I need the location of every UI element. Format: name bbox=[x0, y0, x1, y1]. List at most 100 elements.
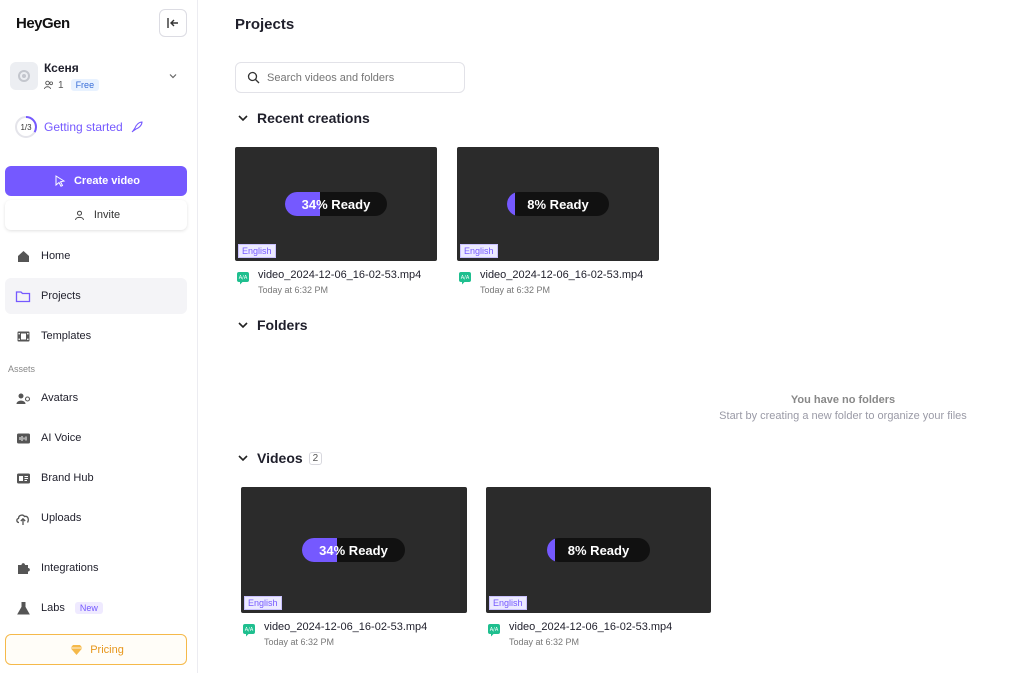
folder-icon bbox=[15, 288, 31, 304]
language-tag: English bbox=[244, 596, 282, 610]
empty-subtitle: Start by creating a new folder to organi… bbox=[719, 410, 967, 422]
progress-label: 1/3 bbox=[20, 122, 32, 132]
pricing-button[interactable]: Pricing bbox=[5, 634, 187, 665]
video-filename[interactable]: video_2024-12-06_16-02-53.mp4 bbox=[258, 269, 421, 281]
members-icon bbox=[44, 80, 54, 90]
progress-pill: 34% Ready bbox=[302, 538, 405, 562]
chevron-down-icon bbox=[235, 450, 251, 466]
videos-heading: Videos bbox=[257, 450, 303, 466]
video-meta: A/A video_2024-12-06_16-02-53.mp4 Today … bbox=[235, 269, 437, 295]
video-timestamp: Today at 6:32 PM bbox=[264, 637, 335, 647]
video-card[interactable]: 34% Ready English A/A video_2024-12-06_1… bbox=[241, 487, 467, 647]
video-thumbnail[interactable]: 8% Ready English bbox=[486, 487, 711, 613]
page-title: Projects bbox=[235, 16, 295, 33]
sidebar-item-label: Projects bbox=[41, 290, 81, 302]
getting-started-link[interactable]: 1/3 Getting started bbox=[0, 106, 197, 148]
sidebar-item-ai-voice[interactable]: AI Voice bbox=[5, 420, 187, 456]
pricing-label: Pricing bbox=[90, 643, 124, 656]
recent-creations-heading: Recent creations bbox=[257, 110, 370, 126]
search-icon bbox=[245, 70, 261, 86]
video-thumbnail[interactable]: 8% Ready English bbox=[457, 147, 659, 261]
getting-started-label: Getting started bbox=[44, 120, 123, 134]
user-meta: Ксеня 1 Free bbox=[44, 61, 165, 91]
new-badge: New bbox=[74, 602, 103, 614]
invite-button[interactable]: Invite bbox=[5, 200, 187, 230]
progress-label: 8% Ready bbox=[567, 542, 630, 558]
sidebar-nav: Home Projects Templates Assets Avatars A… bbox=[0, 238, 197, 626]
app: HeyGen Ксеня 1 Free 1/3 Getting started … bbox=[0, 0, 1024, 673]
main-content: Projects Recent creations 34% Ready Engl… bbox=[198, 0, 1024, 673]
recent-video-card[interactable]: 34% Ready English A/A video_2024-12-06_1… bbox=[235, 147, 437, 295]
sidebar-item-labs[interactable]: Labs New bbox=[5, 590, 187, 626]
gear-avatar-icon bbox=[18, 70, 30, 82]
film-icon bbox=[15, 328, 31, 344]
search-input[interactable] bbox=[267, 71, 457, 84]
sidebar-item-templates[interactable]: Templates bbox=[5, 318, 187, 354]
translate-video-icon: A/A bbox=[458, 271, 472, 285]
cursor-click-icon bbox=[52, 173, 68, 189]
user-name: Ксеня bbox=[44, 61, 79, 75]
video-timestamp: Today at 6:32 PM bbox=[509, 637, 580, 647]
video-filename[interactable]: video_2024-12-06_16-02-53.mp4 bbox=[509, 621, 672, 633]
translate-video-icon: A/A bbox=[242, 623, 256, 637]
sidebar-item-integrations[interactable]: Integrations bbox=[5, 550, 187, 586]
folders-toggle[interactable]: Folders bbox=[235, 317, 308, 333]
empty-title: You have no folders bbox=[790, 394, 896, 406]
chevron-down-icon bbox=[235, 317, 251, 333]
brand-card-icon bbox=[15, 470, 31, 486]
video-filename[interactable]: video_2024-12-06_16-02-53.mp4 bbox=[264, 621, 427, 633]
home-icon bbox=[15, 248, 31, 264]
progress-label: 34% Ready bbox=[301, 196, 371, 212]
video-meta: A/A video_2024-12-06_16-02-53.mp4 Today … bbox=[486, 621, 711, 647]
language-tag: English bbox=[460, 244, 498, 258]
video-card[interactable]: 8% Ready English A/A video_2024-12-06_16… bbox=[486, 487, 711, 647]
videos-toggle[interactable]: Videos 2 bbox=[235, 450, 323, 466]
videos-count-badge: 2 bbox=[308, 451, 323, 465]
heygen-logo[interactable]: HeyGen bbox=[16, 15, 70, 32]
video-meta: A/A video_2024-12-06_16-02-53.mp4 Today … bbox=[457, 269, 659, 295]
sidebar-item-projects[interactable]: Projects bbox=[5, 278, 187, 314]
collapse-left-icon bbox=[165, 15, 181, 31]
translate-video-icon: A/A bbox=[236, 271, 250, 285]
getting-started-progress: 1/3 bbox=[14, 115, 38, 139]
create-video-label: Create video bbox=[73, 175, 141, 187]
svg-text:A/A: A/A bbox=[490, 627, 499, 633]
progress-label: 34% Ready bbox=[319, 542, 388, 558]
plan-badge: Free bbox=[70, 79, 100, 91]
create-video-button[interactable]: Create video bbox=[5, 166, 187, 196]
video-filename[interactable]: video_2024-12-06_16-02-53.mp4 bbox=[480, 269, 643, 281]
video-thumbnail[interactable]: 34% Ready English bbox=[235, 147, 437, 261]
svg-text:A/A: A/A bbox=[461, 275, 470, 281]
video-meta: A/A video_2024-12-06_16-02-53.mp4 Today … bbox=[241, 621, 467, 647]
assets-section-label: Assets bbox=[8, 364, 36, 374]
svg-text:A/A: A/A bbox=[239, 275, 248, 281]
avatar bbox=[10, 62, 38, 90]
sidebar-item-label: Templates bbox=[41, 330, 92, 342]
collapse-sidebar-button[interactable] bbox=[159, 9, 187, 37]
puzzle-icon bbox=[15, 560, 31, 576]
video-thumbnail[interactable]: 34% Ready English bbox=[241, 487, 467, 613]
progress-pill: 8% Ready bbox=[547, 538, 650, 562]
account-switcher[interactable]: Ксеня 1 Free bbox=[0, 46, 197, 98]
recent-creations-toggle[interactable]: Recent creations bbox=[235, 110, 370, 126]
diamond-icon bbox=[68, 642, 84, 658]
sidebar-item-label: AI Voice bbox=[41, 432, 82, 444]
sidebar-item-label: Labs bbox=[41, 602, 65, 614]
avatars-icon bbox=[15, 390, 31, 406]
sidebar-item-uploads[interactable]: Uploads bbox=[5, 500, 187, 536]
person-icon bbox=[72, 207, 88, 223]
invite-label: Invite bbox=[93, 209, 121, 221]
progress-label: 8% Ready bbox=[527, 196, 589, 212]
sidebar-item-avatars[interactable]: Avatars bbox=[5, 380, 187, 416]
recent-video-card[interactable]: 8% Ready English A/A video_2024-12-06_16… bbox=[457, 147, 659, 295]
search-box[interactable] bbox=[235, 62, 465, 93]
logo-row: HeyGen bbox=[0, 0, 197, 46]
sidebar-item-brand-hub[interactable]: Brand Hub bbox=[5, 460, 187, 496]
sidebar-item-home[interactable]: Home bbox=[5, 238, 187, 274]
progress-fill bbox=[507, 192, 516, 216]
folders-heading: Folders bbox=[257, 317, 308, 333]
video-timestamp: Today at 6:32 PM bbox=[480, 285, 551, 295]
sidebar-item-label: Brand Hub bbox=[41, 472, 94, 484]
sidebar-item-label: Avatars bbox=[41, 392, 79, 404]
folders-empty-state: You have no folders Start by creating a … bbox=[698, 394, 988, 422]
